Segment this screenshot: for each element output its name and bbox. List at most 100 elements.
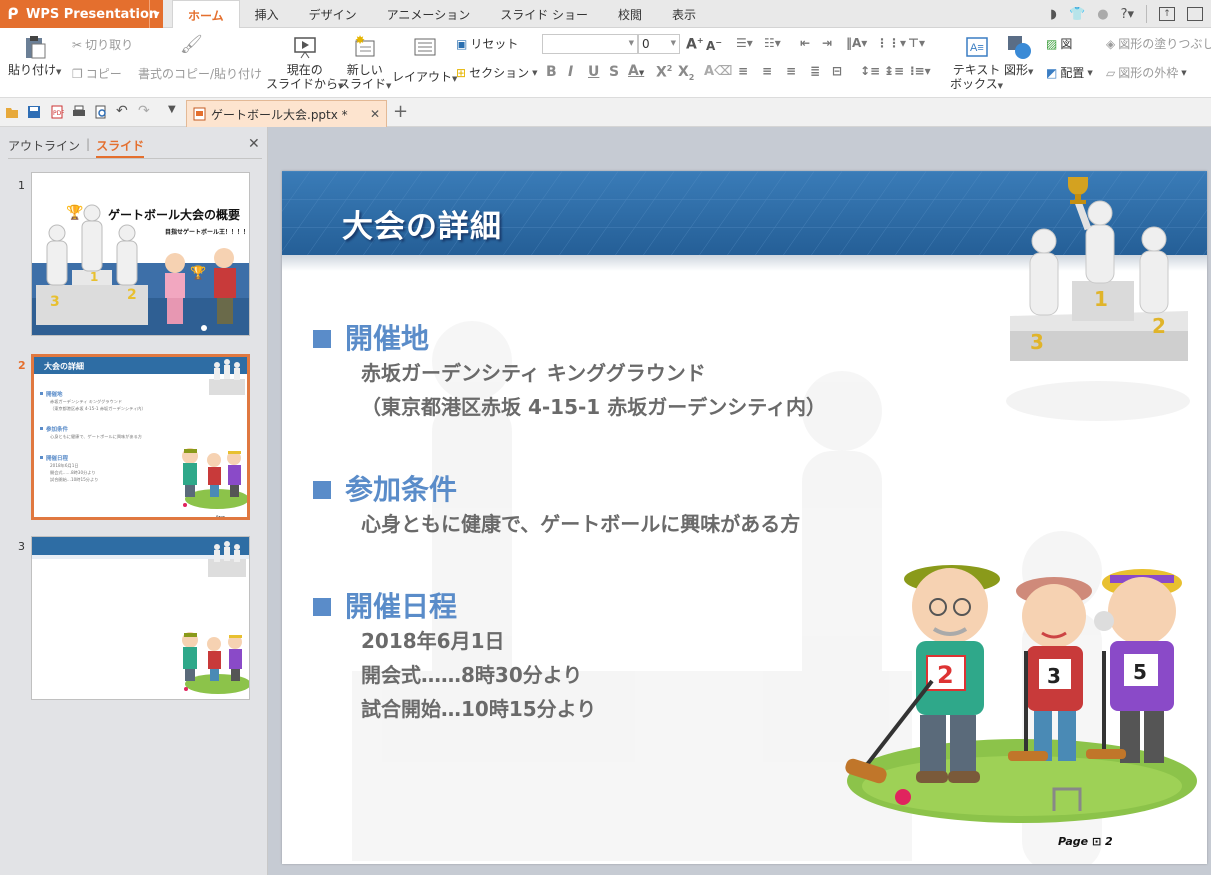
columns-icon[interactable]: ⋮⋮▾ <box>876 36 906 50</box>
app-menu-button[interactable]: ᑭ WPS Presentation ▼ <box>0 0 163 28</box>
align-right-icon[interactable]: ≡ <box>786 64 796 78</box>
paste-icon <box>25 36 46 59</box>
paragraph-spacing-icon[interactable]: ↨≡ <box>884 64 904 78</box>
distribute-icon[interactable]: ⊟ <box>832 64 842 78</box>
copy-button[interactable]: ❐ コピー <box>72 65 122 82</box>
tab-animation[interactable]: アニメーション <box>372 0 486 28</box>
font-color-icon[interactable]: A▼ <box>628 63 644 79</box>
align-center-icon[interactable]: ≡ <box>762 64 772 78</box>
grow-font-icon[interactable]: A+ <box>686 36 704 53</box>
numbering-icon[interactable]: ☷▾ <box>764 36 781 50</box>
tab-review[interactable]: 校閲 <box>603 0 657 28</box>
thumb1-podium-number-2: 2 <box>127 287 137 303</box>
bold-icon[interactable]: B <box>546 64 557 80</box>
panel-tabs: アウトライン | スライド <box>8 137 145 158</box>
undo-icon[interactable]: ↶ <box>116 103 130 119</box>
thumb2-title: 大会の詳細 <box>44 361 84 371</box>
text-direction-icon[interactable]: ‖A▾ <box>846 36 867 50</box>
page-number: Page ⊡ 2 <box>1058 835 1113 848</box>
font-name-combo[interactable]: ▼ <box>542 34 638 54</box>
svg-text:開会式……8時30分より: 開会式……8時30分より <box>50 469 96 476</box>
section-venue-line-2: （東京都港区赤坂 4-15-1 赤坂ガーデンシティ内） <box>361 395 826 419</box>
tab-view[interactable]: 表示 <box>657 0 711 28</box>
projector-icon <box>293 37 316 59</box>
thumbnail-1-art: 3 2 1 🏆 🏆 ゲートボール大会の概要 目指せゲートボール王！！！！ <box>32 173 249 335</box>
cut-button[interactable]: ✂ 切り取り <box>72 36 133 53</box>
tab-home[interactable]: ホーム <box>172 0 240 29</box>
arrange-button[interactable]: ◩ 配置 ▼ <box>1046 64 1093 81</box>
subscript-icon[interactable]: X2 <box>678 64 694 82</box>
divider <box>1146 5 1147 23</box>
skin-icon[interactable]: ◗ <box>1050 7 1057 22</box>
save-icon[interactable] <box>27 105 41 119</box>
close-tab-icon[interactable]: ✕ <box>370 107 380 121</box>
current-slide[interactable]: 1 2 3 2 3 5 大会の詳細 開催地 赤坂ガーデンシティ キンググラウンド… <box>282 171 1207 864</box>
align-text-icon[interactable]: ⊤▾ <box>908 36 925 50</box>
font-size-combo[interactable]: 0 ▼ <box>638 34 680 54</box>
section-schedule[interactable]: 開催日程 2018年6月1日 開会式……8時30分より 試合開始…10時15分よ… <box>313 590 596 726</box>
slide-thumbnail-2[interactable]: 大会の詳細 開催地 赤坂ガーデンシティ キンググラウンド （東京都港区赤坂 4-… <box>31 354 250 520</box>
justify-icon[interactable]: ≣ <box>810 64 820 78</box>
textbox-button[interactable]: A≡ テキスト ボックス▼ <box>950 34 1003 93</box>
new-slide-button[interactable]: ✸ 新しい スライド▼ <box>338 34 391 93</box>
italic-icon[interactable]: I <box>568 64 573 80</box>
app-menu-dropdown-icon[interactable]: ▼ <box>149 0 163 28</box>
shape-outline-button[interactable]: ▱ 図形の外枠 ▼ <box>1106 64 1187 81</box>
collapse-ribbon-icon[interactable]: ↑ <box>1159 7 1175 21</box>
align-left-icon[interactable]: ≡ <box>738 64 748 78</box>
reset-button[interactable]: ▣ リセット <box>456 35 518 52</box>
svg-text:（東京都港区赤坂 4-15-1 赤坂ガーデンシティ内）: （東京都港区赤坂 4-15-1 赤坂ガーデンシティ内） <box>50 405 146 412</box>
shadow-icon[interactable]: S <box>609 64 619 80</box>
new-tab-icon[interactable]: + <box>393 101 408 122</box>
paste-button[interactable]: 貼り付け▼ <box>8 34 61 79</box>
tab-outline[interactable]: アウトライン <box>8 137 80 158</box>
underline-icon[interactable]: U <box>588 64 599 80</box>
bullets-icon[interactable]: ☰▾ <box>736 36 753 50</box>
clear-format-icon[interactable]: A⌫ <box>704 64 732 79</box>
document-tab[interactable]: ゲートボール大会.pptx * ✕ <box>186 100 387 127</box>
shape-fill-button[interactable]: ◈ 図形の塗りつぶし <box>1106 35 1211 52</box>
tab-design[interactable]: デザイン <box>294 0 372 28</box>
help-icon[interactable]: ?▾ <box>1121 7 1134 22</box>
export-pdf-icon[interactable]: PDF <box>50 105 64 119</box>
section-button[interactable]: ⊞ セクション ▼ <box>456 64 537 81</box>
slide-panel: アウトライン | スライド ✕ 1 3 2 1 🏆 🏆 ゲートボール大会の概要 … <box>0 127 268 875</box>
thumb1-title: ゲートボール大会の概要 <box>108 207 240 222</box>
slide-number-1: 1 <box>18 179 25 192</box>
section-venue-heading: 開催地 <box>345 322 430 355</box>
slide-title[interactable]: 大会の詳細 <box>342 201 502 246</box>
from-current-slide-button[interactable]: 現在の スライドから▼ <box>266 34 343 93</box>
superscript-icon[interactable]: X2 <box>656 64 672 81</box>
layout-button[interactable]: レイアウト▼ <box>392 34 457 86</box>
menu-tabs: ホーム 挿入 デザイン アニメーション スライド ショー 校閲 表示 <box>172 0 711 29</box>
open-folder-icon[interactable] <box>5 105 19 119</box>
tab-insert[interactable]: 挿入 <box>240 0 294 28</box>
tshirt-icon[interactable]: 👕 <box>1069 7 1085 22</box>
decrease-indent-icon[interactable]: ⇤ <box>800 36 810 50</box>
section-venue-line-1: 赤坂ガーデンシティ キンググラウンド <box>361 361 706 385</box>
print-preview-icon[interactable] <box>94 105 108 119</box>
redo-icon[interactable]: ↷ <box>138 103 152 119</box>
section-requirements[interactable]: 参加条件 心身ともに健康で、ゲートボールに興味がある方 <box>313 473 800 541</box>
picture-button[interactable]: ▨ 図 <box>1046 35 1072 52</box>
user-icon[interactable]: ● <box>1097 7 1108 22</box>
window-icon[interactable] <box>1187 7 1203 21</box>
paste-label: 貼り付け <box>8 63 57 77</box>
print-icon[interactable] <box>72 105 86 119</box>
format-painter-icon[interactable]: 🖌 <box>180 34 203 55</box>
line-spacing-icon[interactable]: ↕≡ <box>860 64 880 78</box>
section-venue[interactable]: 開催地 赤坂ガーデンシティ キンググラウンド （東京都港区赤坂 4-15-1 赤… <box>313 322 826 424</box>
format-painter-button[interactable]: 書式のコピー/貼り付け <box>138 65 262 82</box>
tab-slides[interactable]: スライド <box>96 137 145 158</box>
tab-slideshow[interactable]: スライド ショー <box>485 0 603 28</box>
layout-icon <box>414 38 436 56</box>
paragraph-settings-icon[interactable]: ⁝≡▾ <box>910 64 931 78</box>
slide-thumbnail-1[interactable]: 3 2 1 🏆 🏆 ゲートボール大会の概要 目指せゲートボール王！！！！ <box>31 172 250 336</box>
shape-button[interactable]: 図形▼ <box>1004 34 1033 79</box>
thumbnail-3-art <box>32 537 249 699</box>
shrink-font-icon[interactable]: A− <box>706 38 722 53</box>
slide-thumbnail-3[interactable] <box>31 536 250 700</box>
increase-indent-icon[interactable]: ⇥ <box>822 36 832 50</box>
close-panel-icon[interactable]: ✕ <box>248 136 260 152</box>
customize-toolbar-icon[interactable]: ▼ <box>168 104 182 118</box>
